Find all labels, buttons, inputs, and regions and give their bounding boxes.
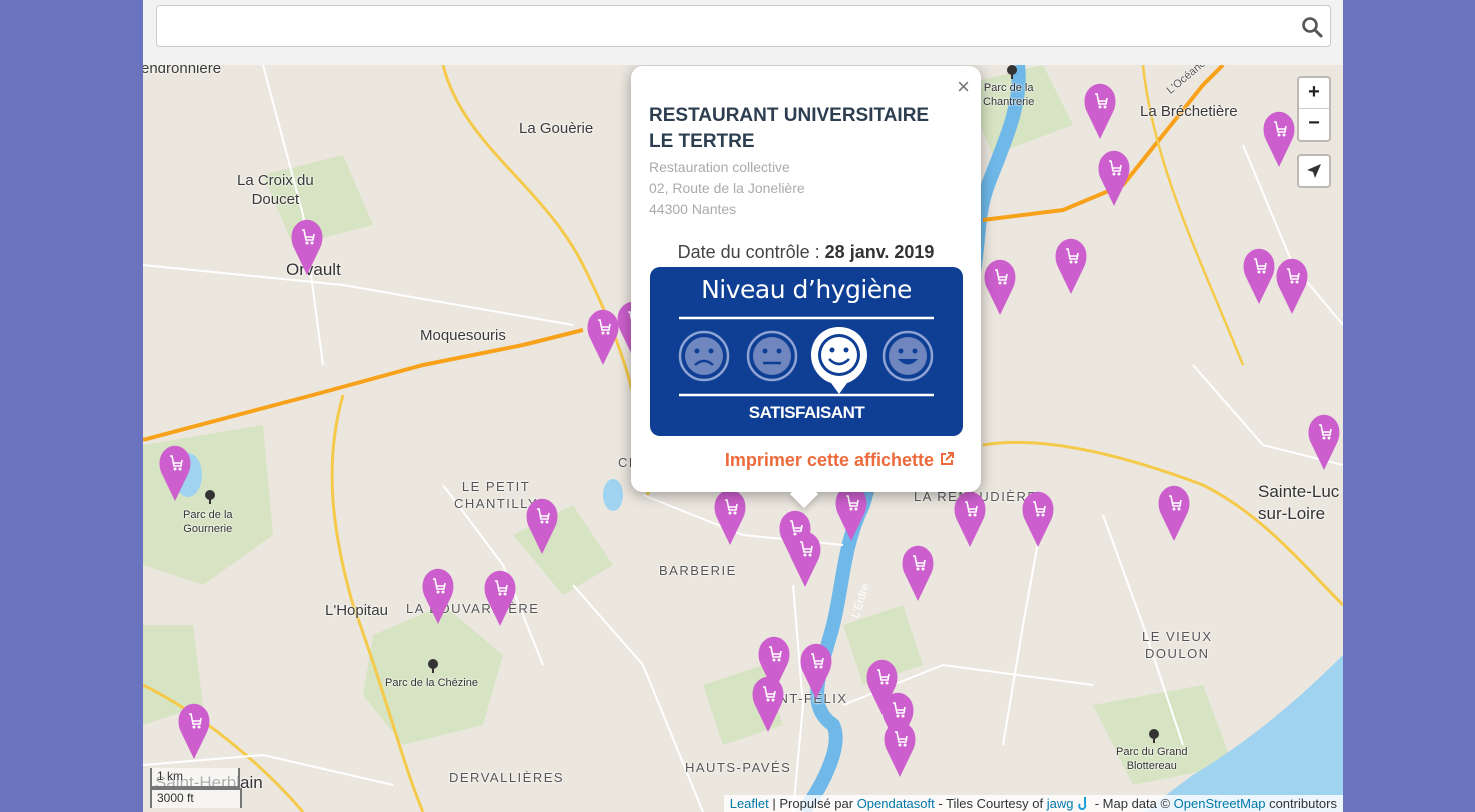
opendatasoft-link[interactable]: Opendatasoft <box>857 796 935 811</box>
cart-marker-icon[interactable] <box>1157 484 1191 542</box>
cart-marker-icon[interactable] <box>1275 257 1309 315</box>
cart-marker-icon[interactable] <box>1242 247 1276 305</box>
leaflet-link[interactable]: Leaflet <box>730 796 769 811</box>
scale-bar: 1 km 3000 ft <box>150 768 242 808</box>
scale-metric: 1 km <box>150 768 240 788</box>
zoom-control: + − <box>1297 76 1331 142</box>
cart-marker-icon[interactable] <box>1262 110 1296 168</box>
cart-marker-icon[interactable] <box>1054 237 1088 295</box>
search-input[interactable] <box>165 6 1285 44</box>
poor-face-icon <box>746 330 798 382</box>
label-parc-grand-blottereau: Parc du Grand Blottereau <box>1116 746 1188 772</box>
cart-marker-icon[interactable] <box>158 444 192 502</box>
label-gendronniere: endronniere <box>143 65 222 77</box>
establishment-city: 44300 Nantes <box>649 201 737 217</box>
cart-marker-icon[interactable] <box>177 702 211 760</box>
establishment-popup: × RESTAURANT UNIVERSITAIRE LE TERTRE Res… <box>631 66 981 509</box>
cart-marker-icon[interactable] <box>799 642 833 700</box>
label-hauts-paves: HAUTS-PAVÉS <box>685 760 792 775</box>
establishment-street: 02, Route de la Jonelière <box>649 180 805 196</box>
attr-tiles: - Tiles Courtesy of <box>934 796 1047 811</box>
scale-imperial: 3000 ft <box>150 788 242 808</box>
establishment-category: Restauration collective <box>649 159 790 175</box>
label-la-gouerie: La Gouèrie <box>519 120 594 137</box>
tree-icon <box>205 490 215 504</box>
attr-sep: | Propulsé par <box>768 796 857 811</box>
map[interactable]: endronniere La Gouèrie La Croix du Douce… <box>143 65 1343 812</box>
cart-marker-icon[interactable] <box>1307 413 1341 471</box>
zoom-in-button[interactable]: + <box>1299 78 1329 109</box>
hygiene-badge: Niveau d’hygiène SATISFAISANT <box>650 267 963 436</box>
label-barberie: BARBERIE <box>659 563 737 578</box>
osm-link[interactable]: OpenStreetMap <box>1174 796 1266 811</box>
label-sainte-luce: Sainte-Luc sur-Loire <box>1258 482 1340 523</box>
label-parc-chantrerie: Parc de la Chantrerie <box>983 82 1035 108</box>
popup-close-button[interactable]: × <box>957 74 970 100</box>
very-satisfactory-face-icon <box>882 330 934 382</box>
inspection-date-label: Date du contrôle : <box>677 242 825 262</box>
cart-marker-icon[interactable] <box>751 675 785 733</box>
cart-marker-icon[interactable] <box>483 569 517 627</box>
cart-marker-icon[interactable] <box>953 490 987 548</box>
establishment-name: RESTAURANT UNIVERSITAIRE LE TERTRE <box>649 105 930 152</box>
tree-icon <box>1149 729 1159 743</box>
label-la-croix-du-doucet: La Croix du Doucet <box>237 172 314 208</box>
cart-marker-icon[interactable] <box>1021 490 1055 548</box>
very-poor-face-icon <box>678 330 730 382</box>
tree-icon <box>428 659 438 673</box>
cart-marker-icon[interactable] <box>713 488 747 546</box>
print-poster-label: Imprimer cette affichette <box>724 450 934 470</box>
jawg-logo-icon <box>1078 797 1087 811</box>
inspection-date: Date du contrôle : 28 janv. 2019 <box>631 242 981 263</box>
cart-marker-icon[interactable] <box>901 544 935 602</box>
satisfactory-face-icon <box>811 327 867 394</box>
cart-marker-icon[interactable] <box>788 530 822 588</box>
attr-mapdata: - Map data © <box>1091 796 1174 811</box>
label-parc-gournerie: Parc de la Gournerie <box>183 509 233 535</box>
cart-marker-icon[interactable] <box>1083 82 1117 140</box>
cart-marker-icon[interactable] <box>883 720 917 778</box>
locate-arrow-icon <box>1307 164 1321 178</box>
cart-marker-icon[interactable] <box>525 497 559 555</box>
tree-icon <box>1007 65 1017 79</box>
cart-marker-icon[interactable] <box>290 218 324 276</box>
cart-marker-icon[interactable] <box>983 258 1017 316</box>
cart-marker-icon[interactable] <box>1097 149 1131 207</box>
attr-contrib: contributors <box>1265 796 1337 811</box>
cart-marker-icon[interactable] <box>834 484 868 542</box>
label-lhopitau: L'Hopitau <box>325 602 388 619</box>
attribution: Leaflet | Propulsé par Opendatasoft - Ti… <box>723 795 1343 812</box>
badge-level: SATISFAISANT <box>748 403 865 422</box>
label-la-brechetiere: La Bréchetière <box>1140 103 1238 120</box>
label-le-vieux-doulon: LE VIEUX DOULON <box>1142 629 1213 661</box>
search-bar[interactable] <box>156 5 1331 47</box>
label-parc-chezine: Parc de la Chézine <box>385 677 478 689</box>
jawg-link[interactable]: jawg <box>1047 796 1074 811</box>
cart-marker-icon[interactable] <box>586 308 620 366</box>
search-icon[interactable] <box>1300 15 1324 39</box>
label-dervallieres: DERVALLIÈRES <box>449 770 565 785</box>
establishment-address: Restauration collective 02, Route de la … <box>649 157 805 220</box>
zoom-out-button[interactable]: − <box>1299 109 1329 140</box>
inspection-date-value: 28 janv. 2019 <box>824 242 935 262</box>
locate-button[interactable] <box>1297 154 1331 188</box>
app-panel: endronniere La Gouèrie La Croix du Douce… <box>143 0 1343 812</box>
cart-marker-icon[interactable] <box>421 567 455 625</box>
external-link-icon <box>941 452 954 465</box>
label-moquesouris: Moquesouris <box>420 327 506 344</box>
badge-title: Niveau d’hygiène <box>701 275 912 304</box>
print-poster-link[interactable]: Imprimer cette affichette <box>631 450 977 471</box>
